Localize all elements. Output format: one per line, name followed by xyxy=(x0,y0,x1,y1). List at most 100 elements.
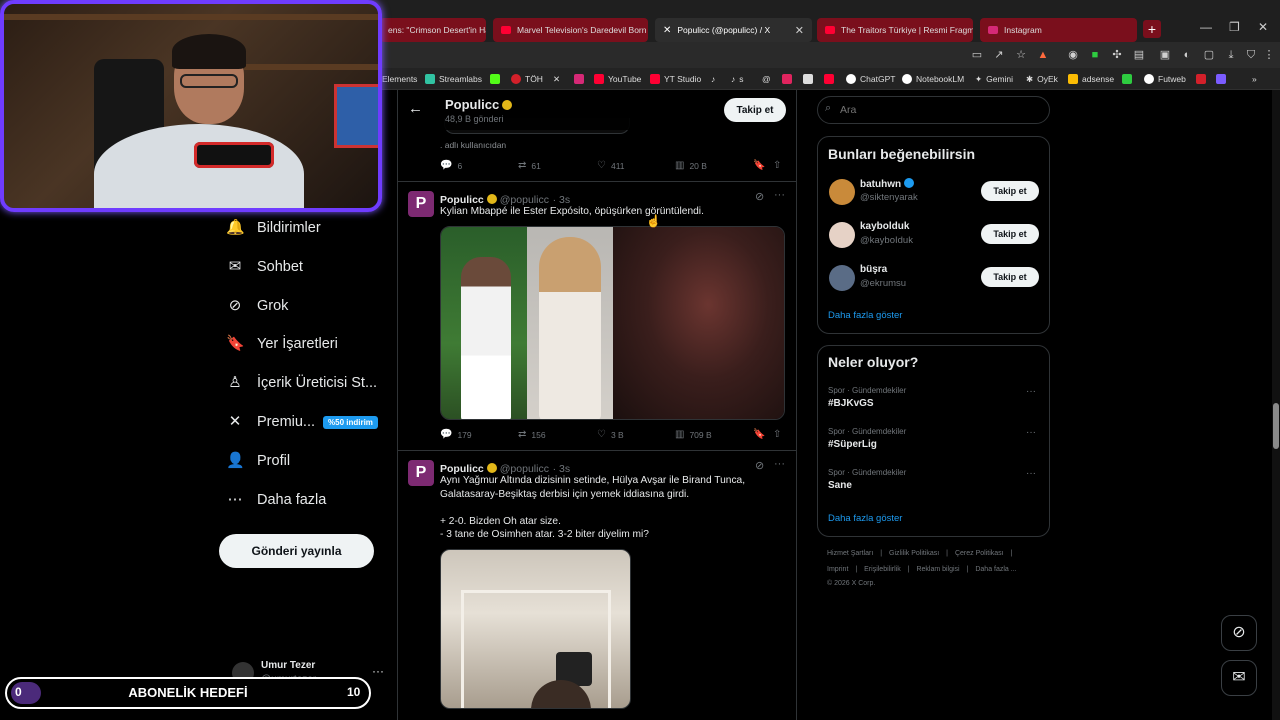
bookmark-streamlabs[interactable]: Streamlabs xyxy=(425,72,482,86)
more-icon[interactable]: ··· xyxy=(1026,427,1036,438)
views-button[interactable]: ▥ 709 B xyxy=(675,429,712,440)
trend-item[interactable]: Spor · Gündemdekiler Sane xyxy=(828,468,1040,496)
user-name[interactable]: büşra xyxy=(860,264,887,275)
user-name-row[interactable]: batuhwn xyxy=(860,178,917,190)
post-button[interactable]: Gönderi yayınla xyxy=(219,534,374,568)
bookmark-button[interactable]: 🔖 xyxy=(753,160,770,171)
tab-crimson-desert[interactable]: ens: "Crimson Desert'in Ha xyxy=(380,18,486,42)
avatar[interactable]: P xyxy=(408,460,434,486)
bookmark-instagram[interactable] xyxy=(574,72,588,86)
tab-daredevil[interactable]: Marvel Television's Daredevil Born A xyxy=(493,18,648,42)
window-close-icon[interactable]: ✕ xyxy=(1258,20,1268,34)
repost-button[interactable]: ⇄ 156 xyxy=(518,429,546,440)
bookmark-tiktok[interactable]: ♪ xyxy=(711,72,715,86)
more-icon[interactable]: ··· xyxy=(1026,468,1036,479)
follow-button[interactable]: Takip et xyxy=(981,181,1039,201)
bookmark-notebooklm[interactable]: NotebookLM xyxy=(902,72,964,86)
bookmark-button[interactable]: 🔖 xyxy=(753,429,770,440)
maximize-icon[interactable]: ❐ xyxy=(1229,20,1240,34)
cast-icon[interactable]: ▭ xyxy=(970,48,984,62)
tab-search-icon[interactable]: ▢ xyxy=(1202,48,1216,62)
repost-button[interactable]: ⇄ 61 xyxy=(518,160,541,171)
user-name[interactable]: kaybolduk xyxy=(860,221,909,232)
extension-icon[interactable]: ◉ xyxy=(1066,48,1080,62)
views-button[interactable]: ▥ 20 B xyxy=(675,160,707,171)
trend-item[interactable]: Spor · Gündemdekiler #SüperLig xyxy=(828,427,1040,455)
bookmarks-overflow-icon[interactable]: » xyxy=(1252,72,1257,86)
leo-icon[interactable]: ◐ xyxy=(1180,48,1194,62)
nav-profile[interactable]: 👤 Profil xyxy=(226,445,290,477)
share-button[interactable]: ⇧ xyxy=(773,160,786,171)
reply-button[interactable]: 💬 179 xyxy=(440,429,472,440)
bookmark-x[interactable]: ✕ xyxy=(553,72,560,86)
search-input[interactable] xyxy=(817,96,1050,124)
bookmark-youtube[interactable]: YouTube xyxy=(594,72,641,86)
avatar[interactable] xyxy=(829,222,855,248)
share-button[interactable]: ⇧ xyxy=(773,429,786,440)
bookmark-elements[interactable]: Elements xyxy=(382,72,417,86)
tweet-media[interactable] xyxy=(440,226,785,420)
bookmark-futweb[interactable]: Futweb xyxy=(1144,72,1186,86)
like-button[interactable]: ♡ 3 B xyxy=(597,429,624,440)
trend-item[interactable]: Spor · Gündemdekiler #BJKvGS xyxy=(828,386,1040,414)
shield-icon[interactable]: ⛉ xyxy=(1244,48,1258,62)
grok-icon[interactable]: ⊘ xyxy=(755,459,764,472)
close-tab-icon[interactable]: ✕ xyxy=(789,24,804,37)
bookmark-tiktok-s[interactable]: ♪ s xyxy=(731,72,744,86)
bookmark-oyek[interactable]: ✱ OyEk xyxy=(1026,72,1058,86)
back-arrow-icon[interactable]: ← xyxy=(408,100,423,117)
tweet-media[interactable] xyxy=(440,549,631,709)
bookmark-app2[interactable] xyxy=(803,72,817,86)
brave-icon[interactable]: ▲ xyxy=(1036,48,1050,62)
tab-traitors[interactable]: The Traitors Türkiye | Resmi Fragma xyxy=(817,18,973,42)
nav-grok[interactable]: ⊘ Grok xyxy=(226,290,289,322)
more-icon[interactable]: ··· xyxy=(1026,386,1036,397)
follow-button[interactable]: Takip et xyxy=(724,98,786,122)
nav-more[interactable]: ⋯ Daha fazla xyxy=(226,484,327,516)
messages-float-button[interactable]: ✉ xyxy=(1221,660,1257,696)
nav-premium[interactable]: ✕ Premiu... %50 indirim xyxy=(226,406,378,438)
sidebar-icon[interactable]: ▤ xyxy=(1132,48,1146,62)
footer-link[interactable]: Imprint xyxy=(827,566,848,573)
nav-creator-studio[interactable]: ♙ İçerik Üreticisi St... xyxy=(226,367,377,399)
grok-float-button[interactable]: ⊘ xyxy=(1221,615,1257,651)
puzzle-icon[interactable]: ✣ xyxy=(1110,48,1124,62)
minimize-icon[interactable]: — xyxy=(1200,20,1212,34)
bookmark-app4[interactable] xyxy=(1216,72,1230,86)
bookmark-toh[interactable]: TÖH xyxy=(511,72,543,86)
footer-link[interactable]: Gizlilik Politikası xyxy=(889,550,939,557)
show-more-link[interactable]: Daha fazla göster xyxy=(828,310,902,321)
bookmark-app3[interactable] xyxy=(824,72,838,86)
new-tab-button[interactable]: + xyxy=(1143,20,1161,38)
wallet-icon[interactable]: ▣ xyxy=(1158,48,1172,62)
footer-link[interactable]: Çerez Politikası xyxy=(955,550,1004,557)
bookmark-green[interactable] xyxy=(1122,72,1136,86)
avatar[interactable] xyxy=(829,265,855,291)
like-button[interactable]: ♡ 411 xyxy=(597,160,625,171)
footer-link[interactable]: Erişilebilirlik xyxy=(864,566,901,573)
share-icon[interactable]: ↗ xyxy=(992,48,1006,62)
avatar[interactable] xyxy=(829,179,855,205)
follow-button[interactable]: Takip et xyxy=(981,224,1039,244)
nav-bookmarks[interactable]: 🔖 Yer İşaretleri xyxy=(226,328,338,360)
nav-chat[interactable]: ✉ Sohbet xyxy=(226,251,303,283)
bookmark-pdf[interactable] xyxy=(1196,72,1210,86)
avatar[interactable]: P xyxy=(408,191,434,217)
footer-link[interactable]: Daha fazla ... xyxy=(975,566,1016,573)
more-icon[interactable]: ··· xyxy=(372,664,384,678)
menu-icon[interactable]: ⋮ xyxy=(1262,48,1276,62)
more-icon[interactable]: ··· xyxy=(774,458,785,470)
bookmark-gemini[interactable]: ✦ Gemini xyxy=(975,72,1013,86)
extension-green-icon[interactable]: ■ xyxy=(1088,48,1102,62)
nav-notifications[interactable]: 🔔 Bildirimler xyxy=(226,212,321,244)
download-icon[interactable]: ⤓ xyxy=(1224,48,1238,62)
bookmark-threads[interactable]: @ xyxy=(762,72,771,86)
bookmark-chatgpt[interactable]: ChatGPT xyxy=(846,72,895,86)
reply-button[interactable]: 💬 6 xyxy=(440,160,462,171)
bookmark-kick[interactable] xyxy=(490,72,504,86)
scrollbar-thumb[interactable] xyxy=(1273,403,1279,449)
show-more-link[interactable]: Daha fazla göster xyxy=(828,513,902,524)
tab-populicc[interactable]: ✕ Populicc (@populicc) / X ✕ xyxy=(655,18,812,42)
footer-link[interactable]: Hizmet Şartları xyxy=(827,550,873,557)
tab-instagram[interactable]: Instagram xyxy=(980,18,1137,42)
